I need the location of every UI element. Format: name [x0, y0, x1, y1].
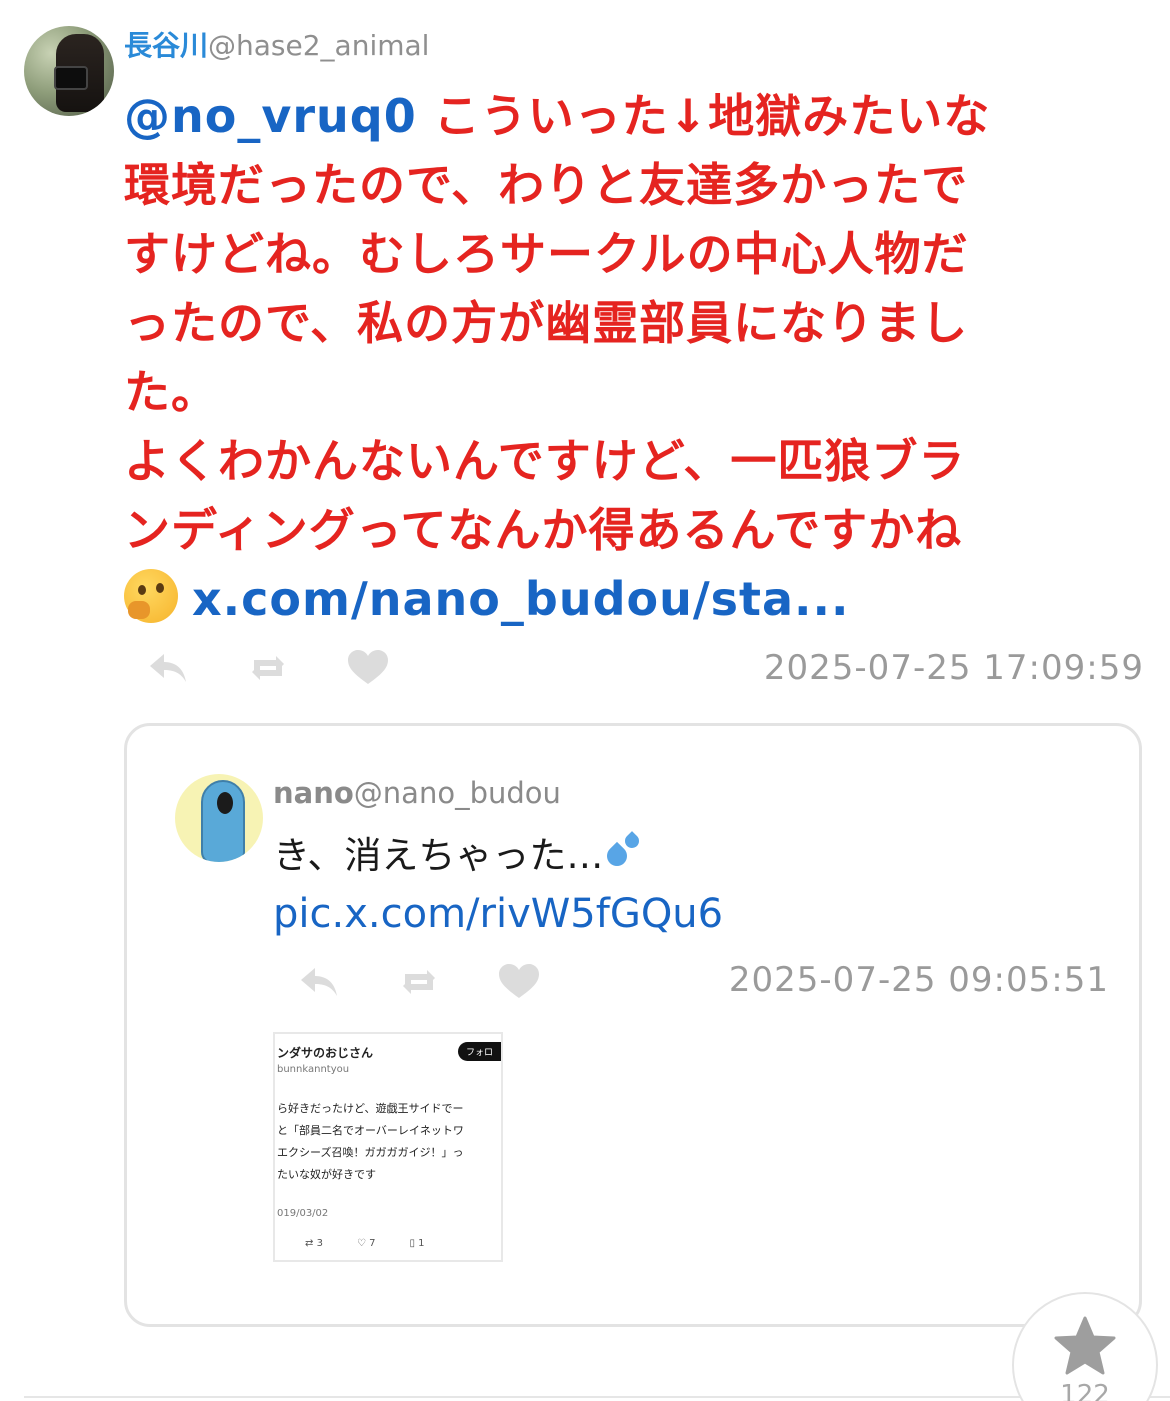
tweet-text: ったので、私の方が幽霊部員になりまし: [124, 296, 969, 350]
tweet-timestamp[interactable]: 2025-07-25 17:09:59: [764, 648, 1144, 688]
tweet-text: ンディングってなんか得あるんですかね: [124, 503, 963, 557]
display-name[interactable]: nano: [273, 776, 354, 810]
tweet-text: こういった↓地獄みたいな: [433, 89, 991, 143]
like-icon[interactable]: [497, 962, 541, 1002]
tweet-text: よくわかんないんですけど、一匹狼ブラ: [124, 434, 966, 488]
quoted-tweet-text: き、消えちゃった…: [273, 830, 645, 882]
thumb-stats: ⇄ 3 ♡ 7 ▯ 1: [305, 1238, 459, 1249]
thumb-bookmark-count: ▯ 1: [409, 1238, 425, 1249]
tweet-text: 環境だったので、わりと友達多かったで: [124, 158, 969, 212]
tweet-line: x.com/nano_budou/sta...: [124, 565, 1124, 634]
user-handle[interactable]: @nano_budou: [354, 776, 561, 810]
media-thumbnail[interactable]: ンダサのおじさん bunnkanntyou フォロ ら好きだったけど、遊戯王サイ…: [273, 1032, 503, 1262]
mention-link[interactable]: @no_vruq0: [124, 89, 417, 143]
retweet-icon[interactable]: [246, 648, 290, 688]
thumb-handle: bunnkanntyou: [277, 1064, 350, 1075]
thumb-text: と「部員二名でオーバーレイネットワ: [277, 1124, 464, 1137]
like-icon[interactable]: [346, 648, 390, 688]
retweet-icon[interactable]: [397, 962, 441, 1002]
tweet-text: き、消えちゃった…: [273, 834, 604, 877]
thumb-text: エクシーズ召喚！ガガガガイジ！」っ: [277, 1146, 464, 1159]
display-name[interactable]: 長谷川: [124, 29, 208, 62]
quoted-tweet-actions: [297, 962, 597, 1002]
star-icon: [1054, 1316, 1116, 1375]
timeline-page: 長谷川@hase2_animal @no_vruq0 こういった↓地獄みたいな …: [0, 0, 1170, 1401]
thumb-display-name: ンダサのおじさん: [277, 1046, 374, 1060]
sweat-droplets-icon: [603, 831, 645, 872]
divider: [24, 1396, 1170, 1398]
tweet-header: 長谷川@hase2_animal: [124, 28, 429, 64]
reply-icon[interactable]: [146, 648, 190, 688]
quoted-tweet-card[interactable]: nano@nano_budou き、消えちゃった… pic.x.com/rivW…: [124, 723, 1142, 1327]
reply-icon[interactable]: [297, 962, 341, 1002]
quote-link[interactable]: x.com/nano_budou/sta...: [192, 572, 849, 626]
thumb-like-count: ♡ 7: [356, 1238, 376, 1249]
quoted-tweet-timestamp[interactable]: 2025-07-25 09:05:51: [729, 960, 1109, 1000]
thumb-retweet-count: ⇄ 3: [305, 1238, 323, 1249]
media-link[interactable]: pic.x.com/rivW5fGQu6: [273, 888, 723, 940]
thumb-date: 019/03/02: [277, 1208, 329, 1219]
tweet-body: @no_vruq0 こういった↓地獄みたいな 環境だったので、わりと友達多かった…: [124, 82, 1124, 634]
thumb-text: たいな奴が好きです: [277, 1168, 376, 1181]
thumb-follow-button: フォロ: [457, 1042, 501, 1061]
avatar[interactable]: [175, 774, 263, 862]
tweet-actions: [146, 648, 446, 688]
avatar[interactable]: [24, 26, 114, 116]
favorite-count: 122: [1060, 1380, 1110, 1401]
user-handle[interactable]: @hase2_animal: [208, 29, 429, 62]
tweet-line: @no_vruq0 こういった↓地獄みたいな: [124, 82, 1124, 151]
tweet-text: すけどね。むしろサークルの中心人物だ: [124, 227, 969, 281]
thumb-text: ら好きだったけど、遊戯王サイドでー: [277, 1102, 464, 1115]
tweet-text: た。: [124, 365, 218, 419]
thinking-face-icon: [124, 569, 178, 623]
quoted-tweet-header: nano@nano_budou: [273, 776, 561, 810]
